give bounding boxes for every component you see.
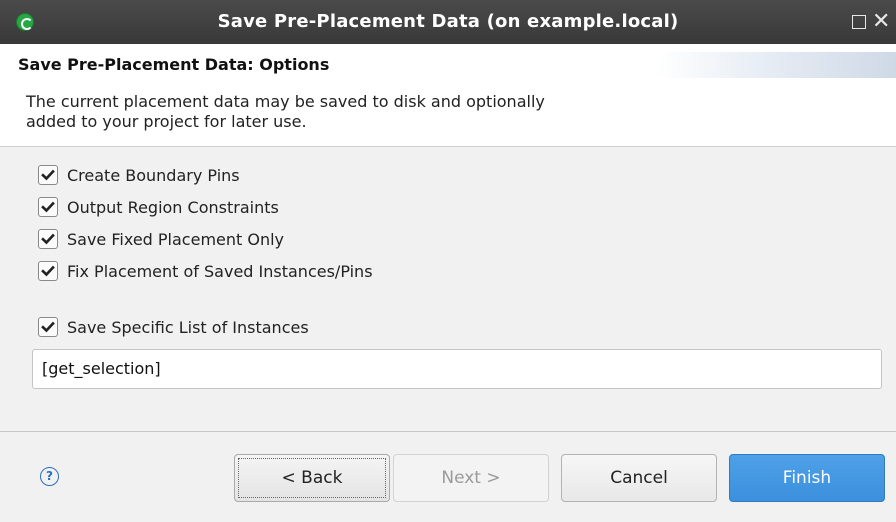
close-icon: ✕	[872, 9, 891, 34]
option-output-region-constraints[interactable]: Output Region Constraints	[38, 196, 279, 218]
checkmark-icon	[41, 321, 55, 333]
option-save-fixed-placement-only[interactable]: Save Fixed Placement Only	[38, 228, 284, 250]
dialog-description: The current placement data may be saved …	[26, 92, 666, 132]
maximize-icon	[852, 15, 866, 29]
option-save-specific-list[interactable]: Save Specific List of Instances	[38, 316, 309, 338]
option-fix-placement-saved[interactable]: Fix Placement of Saved Instances/Pins	[38, 260, 373, 282]
fix-placement-saved-checkbox[interactable]	[38, 261, 58, 281]
save-specific-list-checkbox[interactable]	[38, 317, 58, 337]
close-button[interactable]: ✕	[872, 10, 896, 34]
header-banner-accent	[656, 52, 896, 78]
option-label: Save Specific List of Instances	[67, 317, 309, 337]
option-create-boundary-pins[interactable]: Create Boundary Pins	[38, 164, 240, 186]
window-title: Save Pre-Placement Data (on example.loca…	[217, 11, 679, 32]
title-bar[interactable]: Save Pre-Placement Data (on example.loca…	[0, 0, 896, 44]
checkmark-icon	[41, 201, 55, 213]
cancel-button-label: Cancel	[610, 468, 668, 488]
maximize-button[interactable]	[848, 10, 870, 34]
focus-ring	[238, 458, 386, 498]
create-boundary-pins-checkbox[interactable]	[38, 165, 58, 185]
description-line-1: The current placement data may be saved …	[26, 92, 545, 111]
finish-button[interactable]: Finish	[729, 454, 885, 502]
checkmark-icon	[41, 169, 55, 181]
output-region-constraints-checkbox[interactable]	[38, 197, 58, 217]
option-label: Save Fixed Placement Only	[67, 229, 285, 249]
next-button[interactable]: Next >	[393, 454, 549, 502]
option-label: Create Boundary Pins	[67, 165, 240, 185]
save-fixed-placement-only-checkbox[interactable]	[38, 229, 58, 249]
description-line-2: added to your project for later use.	[26, 112, 307, 131]
next-button-label: Next >	[441, 468, 501, 488]
back-button[interactable]: < Back	[234, 454, 390, 502]
checkmark-icon	[41, 265, 55, 277]
help-icon[interactable]: ?	[40, 467, 59, 486]
checkmark-icon	[41, 233, 55, 245]
cancel-button[interactable]: Cancel	[561, 454, 717, 502]
finish-button-label: Finish	[782, 468, 832, 488]
instances-list-input[interactable]: [get_selection]	[32, 349, 882, 389]
option-label: Fix Placement of Saved Instances/Pins	[67, 261, 373, 281]
dialog-heading: Save Pre-Placement Data: Options	[18, 55, 330, 74]
option-label: Output Region Constraints	[67, 197, 279, 217]
